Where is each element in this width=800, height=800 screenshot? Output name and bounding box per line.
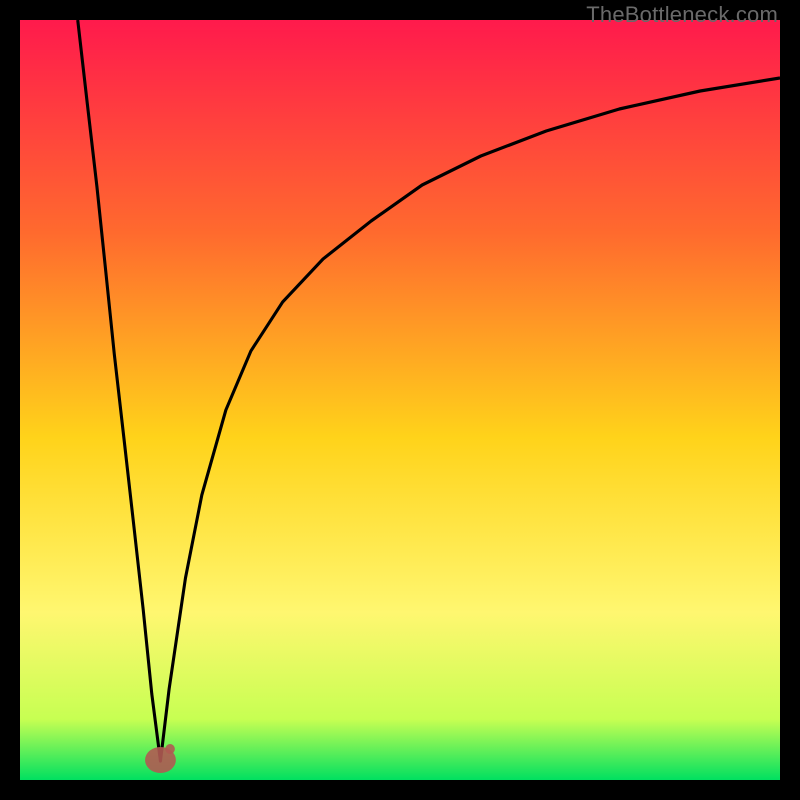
marker-dot	[165, 744, 175, 754]
notch-marker	[145, 744, 176, 773]
bottleneck-curve-svg	[20, 20, 780, 780]
plot-frame	[20, 20, 780, 780]
bottleneck-curve	[78, 20, 780, 761]
